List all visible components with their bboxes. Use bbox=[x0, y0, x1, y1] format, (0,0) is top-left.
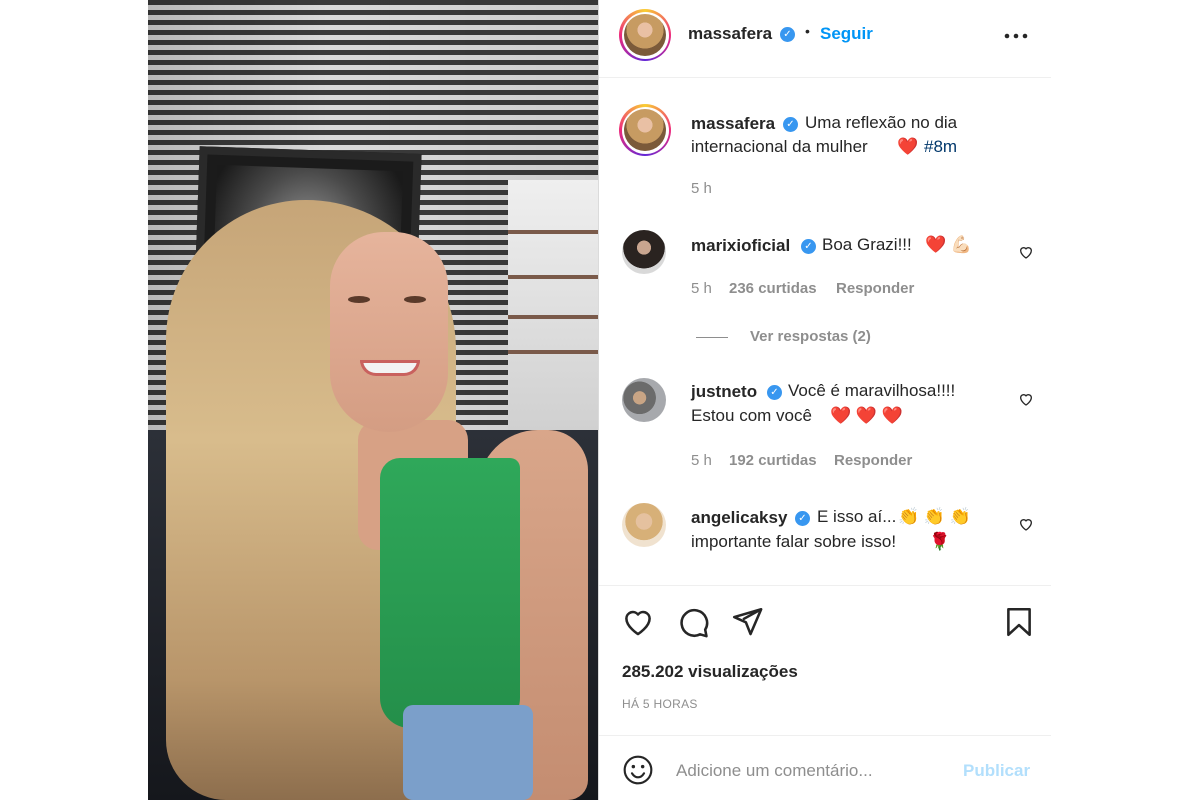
comment-username[interactable]: justneto bbox=[691, 382, 757, 402]
comment-reply-button[interactable]: Responder bbox=[834, 452, 912, 469]
comment-like-icon[interactable] bbox=[1018, 244, 1034, 260]
post-video[interactable] bbox=[148, 0, 598, 800]
verified-badge-icon: ✓ bbox=[801, 239, 816, 254]
comment-like-icon[interactable] bbox=[1018, 516, 1034, 532]
comment-likes-count[interactable]: 192 curtidas bbox=[729, 452, 817, 469]
comment-emojis: 🌹 bbox=[929, 532, 951, 551]
comment-reply-button[interactable]: Responder bbox=[836, 280, 914, 297]
header-separator: • bbox=[805, 23, 810, 39]
video-person-shorts bbox=[403, 705, 533, 800]
view-replies-line bbox=[696, 337, 728, 338]
comment-avatar[interactable] bbox=[622, 378, 666, 422]
caption-username[interactable]: massafera bbox=[691, 114, 775, 134]
comment-username[interactable]: angelicaksy bbox=[691, 508, 787, 528]
verified-badge-icon: ✓ bbox=[783, 117, 798, 132]
view-replies-button[interactable]: Ver respostas (2) bbox=[750, 328, 871, 345]
comment-box-divider bbox=[599, 735, 1051, 736]
comment-time: 5 h bbox=[691, 452, 712, 469]
comment-like-icon[interactable] bbox=[1018, 391, 1034, 407]
emoji-icon[interactable] bbox=[622, 754, 654, 786]
comment-text-line1: Você é maravilhosa!!!! bbox=[788, 381, 956, 400]
post-time-ago[interactable]: HÁ 5 HORAS bbox=[622, 697, 698, 711]
video-person-smile bbox=[360, 360, 420, 376]
comment-likes-count[interactable]: 236 curtidas bbox=[729, 280, 817, 297]
comment-emojis: ❤️ 💪🏻 bbox=[925, 235, 973, 254]
views-count[interactable]: 285.202 visualizações bbox=[622, 662, 798, 682]
bookmark-icon[interactable] bbox=[1002, 605, 1036, 639]
comment-emojis: ❤️ ❤️ ❤️ bbox=[830, 406, 903, 425]
caption-text-line1: Uma reflexão no dia bbox=[805, 113, 958, 132]
video-person-eye bbox=[348, 296, 370, 303]
verified-badge-icon: ✓ bbox=[767, 385, 782, 400]
comment-text-line2: Estou com você bbox=[691, 406, 812, 425]
video-shelf bbox=[508, 180, 598, 440]
more-options-icon[interactable] bbox=[1002, 22, 1030, 50]
heart-icon[interactable] bbox=[621, 605, 655, 639]
comment-username[interactable]: marixioficial bbox=[691, 236, 790, 256]
caption-hashtag[interactable]: #8m bbox=[924, 135, 957, 159]
caption-time: 5 h bbox=[691, 180, 712, 197]
comment-emojis: 👏 👏 👏 bbox=[898, 507, 971, 526]
verified-badge-icon: ✓ bbox=[795, 511, 810, 526]
author-username[interactable]: massafera bbox=[688, 24, 772, 44]
follow-button[interactable]: Seguir bbox=[820, 24, 873, 44]
video-person-face bbox=[330, 232, 448, 432]
comment-text-line2: importante falar sobre isso! bbox=[691, 532, 897, 551]
comment-input[interactable] bbox=[676, 756, 946, 786]
caption-text-line2: internacional da mulher bbox=[691, 137, 868, 156]
share-icon[interactable] bbox=[730, 605, 764, 639]
author-avatar[interactable] bbox=[619, 9, 671, 61]
comment-text: Boa Grazi!!! bbox=[822, 235, 912, 254]
comment-time: 5 h bbox=[691, 280, 712, 297]
comment-avatar[interactable] bbox=[622, 230, 666, 274]
video-person-top bbox=[380, 458, 520, 728]
caption-heart-emoji: ❤️ bbox=[897, 137, 919, 156]
publish-button[interactable]: Publicar bbox=[963, 761, 1030, 781]
caption-author-avatar[interactable] bbox=[619, 104, 671, 156]
video-person-eye bbox=[404, 296, 426, 303]
verified-badge-icon: ✓ bbox=[780, 27, 795, 42]
actions-divider bbox=[599, 585, 1051, 586]
comment-text-line1: E isso aí... bbox=[817, 507, 897, 526]
comment-avatar[interactable] bbox=[622, 503, 666, 547]
comment-icon[interactable] bbox=[676, 605, 710, 639]
